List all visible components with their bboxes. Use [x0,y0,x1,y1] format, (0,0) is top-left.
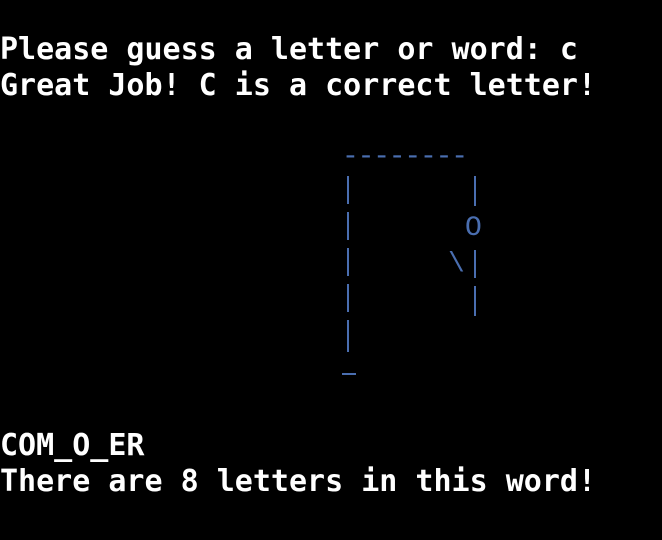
gallows-post-segment [347,212,349,240]
word-progress: COM_O_ER [0,428,145,463]
terminal-window: Please guess a letter or word: c Great J… [0,0,662,540]
gallows-base [342,373,356,375]
hangman-left-arm: \ [448,249,465,280]
gallows-top-beam: -------- [342,142,468,173]
hangman-head: O [465,213,482,244]
gallows-post-segment [347,248,349,276]
gallows-post-segment [347,176,349,204]
gallows-post-segment [347,284,349,312]
guess-feedback: Great Job! C is a correct letter! [0,68,597,103]
letter-count: There are 8 letters in this word! [0,464,597,499]
guess-prompt: Please guess a letter or word: c [0,32,578,67]
hangman-body-lower [474,286,476,316]
gallows-post-segment [347,320,349,352]
gallows-rope [474,176,476,206]
hangman-body [474,250,476,278]
